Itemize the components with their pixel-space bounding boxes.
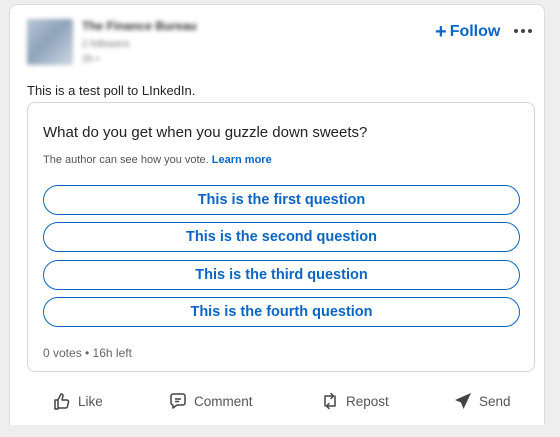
- send-label: Send: [479, 393, 511, 409]
- comment-icon: [168, 391, 188, 411]
- poll-option-2[interactable]: This is the second question: [43, 222, 520, 252]
- author-name[interactable]: The Finance Bureau: [82, 19, 197, 33]
- post-text: This is a test poll to LInkedIn.: [27, 83, 196, 98]
- feed-background-strip: [0, 425, 560, 437]
- poll-option-1[interactable]: This is the first question: [43, 185, 520, 215]
- post-action-bar: Like Comment Repost Send: [10, 384, 546, 418]
- send-icon: [453, 391, 473, 411]
- plus-icon: +: [435, 21, 447, 43]
- follow-button[interactable]: + Follow: [431, 18, 504, 46]
- post-timestamp: 2h •: [82, 54, 100, 65]
- poll-note-text: The author can see how you vote.: [43, 154, 209, 166]
- repost-icon: [320, 391, 340, 411]
- poll-option-3[interactable]: This is the third question: [43, 260, 520, 290]
- comment-button[interactable]: Comment: [168, 386, 253, 416]
- author-avatar[interactable]: [27, 19, 73, 65]
- comment-label: Comment: [194, 393, 253, 409]
- send-button[interactable]: Send: [453, 386, 511, 416]
- poll-privacy-note: The author can see how you vote. Learn m…: [43, 154, 272, 166]
- learn-more-link[interactable]: Learn more: [212, 154, 272, 166]
- poll-container: What do you get when you guzzle down swe…: [27, 102, 535, 372]
- more-horizontal-icon[interactable]: [510, 21, 536, 41]
- follow-label: Follow: [449, 23, 501, 40]
- feed-post-card: The Finance Bureau 2 followers 2h • + Fo…: [9, 4, 545, 437]
- repost-label: Repost: [346, 393, 389, 409]
- repost-button[interactable]: Repost: [320, 386, 389, 416]
- author-followers: 2 followers: [82, 39, 130, 50]
- poll-option-4[interactable]: This is the fourth question: [43, 297, 520, 327]
- like-label: Like: [78, 393, 103, 409]
- poll-question: What do you get when you guzzle down swe…: [43, 124, 368, 141]
- like-icon: [52, 391, 72, 411]
- poll-status: 0 votes • 16h left: [43, 346, 132, 360]
- like-button[interactable]: Like: [52, 386, 103, 416]
